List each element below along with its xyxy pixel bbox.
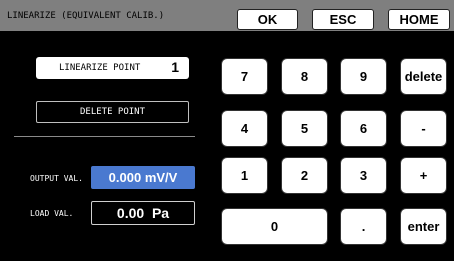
key-2[interactable]: 2	[281, 157, 328, 194]
linearize-screen: LINEARIZE (EQUIVALENT CALIB.) OK ESC HOM…	[0, 0, 454, 261]
key-4[interactable]: 4	[221, 110, 268, 147]
decimal-key[interactable]: .	[340, 208, 387, 245]
linearize-point-value: 1	[171, 59, 179, 75]
key-8[interactable]: 8	[281, 58, 328, 95]
key-7[interactable]: 7	[221, 58, 268, 95]
key-9[interactable]: 9	[340, 58, 387, 95]
screen-title: LINEARIZE (EQUIVALENT CALIB.)	[7, 11, 165, 21]
delete-key[interactable]: delete	[400, 58, 447, 95]
key-3[interactable]: 3	[340, 157, 387, 194]
key-6[interactable]: 6	[340, 110, 387, 147]
key-5[interactable]: 5	[281, 110, 328, 147]
title-bar: LINEARIZE (EQUIVALENT CALIB.) OK ESC HOM…	[0, 0, 454, 31]
home-button[interactable]: HOME	[388, 9, 450, 30]
delete-point-button[interactable]: DELETE POINT	[36, 101, 189, 123]
linearize-point-button[interactable]: LINEARIZE POINT 1	[36, 57, 189, 79]
output-value-field[interactable]: 0.000 mV/V	[91, 166, 195, 189]
output-value-label: OUTPUT VAL.	[30, 174, 83, 183]
key-0[interactable]: 0	[221, 208, 328, 245]
load-value-label: LOAD VAL.	[30, 209, 74, 218]
minus-key[interactable]: -	[400, 110, 447, 147]
divider	[14, 136, 195, 137]
plus-key[interactable]: +	[400, 157, 447, 194]
linearize-point-label: LINEARIZE POINT	[59, 63, 141, 73]
enter-key[interactable]: enter	[400, 208, 447, 245]
esc-button[interactable]: ESC	[312, 9, 374, 30]
load-value-field[interactable]: 0.00 Pa	[91, 201, 195, 225]
ok-button[interactable]: OK	[237, 9, 298, 30]
key-1[interactable]: 1	[221, 157, 268, 194]
